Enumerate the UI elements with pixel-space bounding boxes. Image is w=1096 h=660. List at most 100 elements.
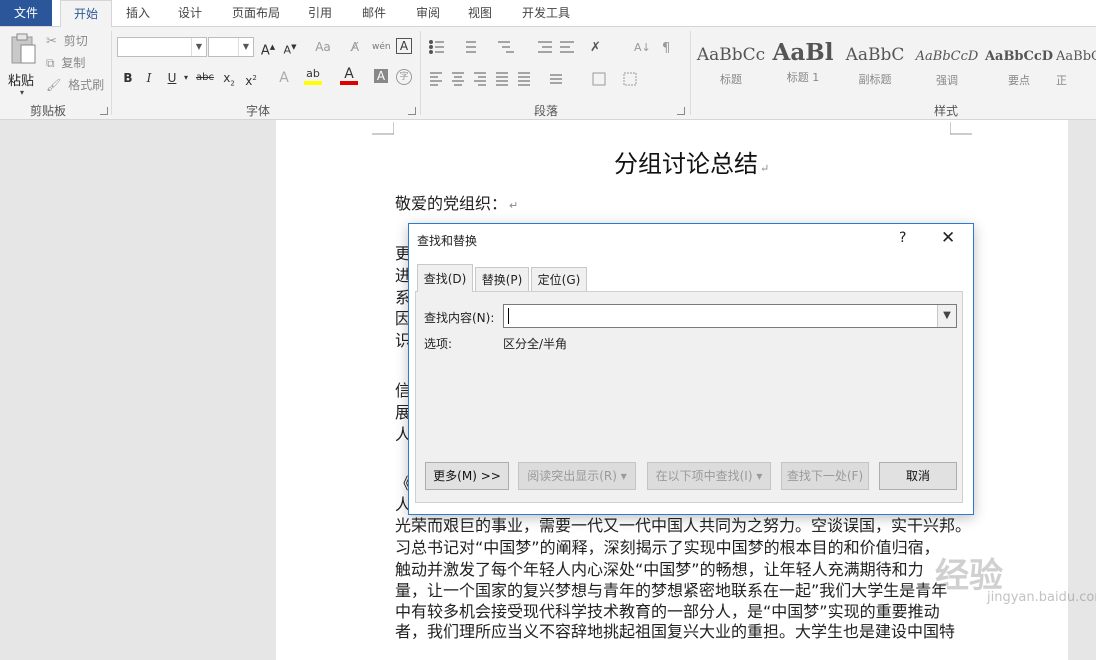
phonetic-guide-icon[interactable]: wén (372, 38, 391, 56)
style-heading-1[interactable]: AaBl 标题 1 (768, 37, 838, 95)
style-name: 标题 1 (786, 71, 820, 84)
style-emphasis[interactable]: AaBbCcD 强调 (912, 37, 982, 95)
svg-text:A↓: A↓ (634, 41, 651, 54)
doc-line: 习总书记对“中国梦”的阐释，深刻揭示了实现中国梦的根本目的和价值归宿， (395, 538, 940, 557)
tab-replace[interactable]: 替换(P) (475, 267, 529, 291)
style-sample: AaBbC (1056, 49, 1096, 64)
tab-developer[interactable]: 开发工具 (512, 0, 580, 26)
tab-review[interactable]: 审阅 (406, 0, 450, 26)
text-effects-icon[interactable]: A (275, 69, 293, 87)
tab-insert[interactable]: 插入 (116, 0, 160, 26)
paste-button[interactable]: 粘贴 ▾ (6, 33, 40, 97)
cut-label: 剪切 (63, 34, 88, 48)
change-case-icon[interactable]: Aa (309, 38, 337, 56)
style-sample: AaBbCcD (915, 49, 979, 64)
bold-icon[interactable]: B (119, 69, 137, 87)
chevron-down-icon: ▾ (756, 469, 763, 483)
find-in-button[interactable]: 在以下项中查找(I) ▾ (647, 462, 771, 490)
paste-icon (11, 33, 36, 64)
find-replace-dialog: 查找和替换 ? ✕ 查找(D) 替换(P) 定位(G) 查找内容(N): ▼ 选… (408, 223, 974, 515)
shrink-font-icon[interactable]: A▼ (281, 38, 299, 57)
style-subtitle[interactable]: AaBbC 副标题 (840, 37, 910, 95)
font-group-label: 字体 (245, 104, 270, 118)
find-what-input[interactable]: ▼ (503, 304, 957, 328)
clipboard-group-label: 剪贴板 (29, 104, 66, 118)
tab-find[interactable]: 查找(D) (417, 264, 473, 292)
chevron-down-icon: ▼ (191, 38, 206, 56)
italic-icon[interactable]: I (140, 69, 158, 87)
group-separator (420, 31, 421, 115)
clear-formatting-icon[interactable]: A̸ (346, 38, 364, 56)
tab-view[interactable]: 视图 (458, 0, 502, 26)
find-what-label: 查找内容(N): (424, 311, 495, 325)
paste-label: 粘贴 (8, 74, 35, 89)
chevron-down-icon: ▾ (20, 88, 25, 97)
style-strong[interactable]: AaBbCcD 要点 (984, 37, 1054, 95)
scissors-icon: ✂ (46, 34, 57, 49)
strikethrough-icon[interactable]: abc (196, 69, 214, 87)
tab-references[interactable]: 引用 (298, 0, 342, 26)
doc-line: 者，我们理所应当义不容辞地挑起祖国复兴大业的重担。大学生也是建设中国特 (395, 622, 956, 641)
chevron-down-icon: ▾ (620, 469, 627, 483)
font-size-combo[interactable]: ▼ (208, 37, 254, 57)
font-color-icon[interactable]: A (340, 67, 358, 85)
grow-font-icon[interactable]: A▲ (259, 38, 277, 58)
style-normal[interactable]: AaBbC 正 (1056, 37, 1096, 95)
close-icon[interactable]: ✕ (941, 228, 955, 248)
svg-text:¶: ¶ (662, 41, 670, 55)
group-separator (690, 31, 691, 115)
style-name: 正 (1056, 74, 1067, 87)
style-name: 要点 (1008, 74, 1030, 87)
font-launcher-icon[interactable] (408, 107, 416, 115)
find-in-label: 在以下项中查找(I) (655, 469, 753, 483)
style-sample: AaBbCc (696, 45, 766, 65)
style-title[interactable]: AaBbCc 标题 (696, 37, 766, 95)
paragraph-launcher-icon[interactable] (677, 107, 685, 115)
chevron-down-icon: ▼ (238, 38, 253, 56)
format-painter-button[interactable]: 🖌 格式刷 (46, 76, 104, 94)
cut-button[interactable]: ✂ 剪切 (46, 32, 88, 50)
style-name: 副标题 (858, 73, 892, 86)
list-buttons-row[interactable]: ✗ A↓ ¶ (428, 39, 688, 55)
clipboard-launcher-icon[interactable] (100, 107, 108, 115)
superscript-icon[interactable]: x2 (242, 69, 260, 88)
doc-line: 敬爱的党组织： ↵ (395, 194, 519, 213)
cancel-button[interactable]: 取消 (879, 462, 957, 490)
style-sample: AaBbCcD (984, 49, 1054, 64)
copy-icon: ⧉ (46, 56, 55, 70)
group-separator (111, 31, 112, 115)
tab-goto[interactable]: 定位(G) (531, 267, 587, 291)
subscript-icon[interactable]: x2 (220, 69, 238, 87)
style-sample: AaBbC (845, 45, 905, 65)
style-name: 强调 (936, 74, 958, 87)
tab-page-layout[interactable]: 页面布局 (222, 0, 290, 26)
highlight-icon[interactable]: ab (304, 67, 322, 85)
character-border-icon[interactable]: A (396, 38, 412, 54)
tab-mailings[interactable]: 邮件 (352, 0, 396, 26)
chevron-down-icon[interactable]: ▼ (937, 305, 956, 327)
find-next-button[interactable]: 查找下一处(F) (781, 462, 869, 490)
brush-icon: 🖌 (46, 78, 62, 92)
copy-label: 复制 (61, 56, 86, 70)
enclose-characters-icon[interactable]: 字 (396, 69, 412, 85)
chevron-down-icon[interactable]: ▾ (177, 69, 195, 87)
style-sample: AaBl (772, 39, 834, 66)
text-caret (508, 308, 509, 324)
watermark-url: jingyan.baidu.com (987, 590, 1096, 605)
character-shading-icon[interactable]: A (374, 69, 388, 83)
reading-highlight-label: 阅读突出显示(R) (527, 469, 617, 483)
font-name-combo[interactable]: ▼ (117, 37, 207, 57)
tab-file[interactable]: 文件 (0, 0, 52, 26)
tab-design[interactable]: 设计 (168, 0, 212, 26)
paragraph-group-label: 段落 (533, 104, 558, 118)
more-button[interactable]: 更多(M) >> (425, 462, 509, 490)
doc-line: 光荣而艰巨的事业，需要一代又一代中国人共同为之努力。空谈误国，实干兴邦。 (395, 516, 972, 535)
tab-home[interactable]: 开始 (60, 0, 112, 28)
svg-text:✗: ✗ (590, 40, 601, 55)
styles-group-label: 样式 (933, 104, 958, 118)
copy-button[interactable]: ⧉ 复制 (46, 54, 85, 72)
reading-highlight-button[interactable]: 阅读突出显示(R) ▾ (518, 462, 636, 490)
margin-corner-mark (372, 122, 394, 135)
alignment-buttons-row[interactable] (428, 71, 688, 87)
help-icon[interactable]: ? (899, 230, 906, 246)
